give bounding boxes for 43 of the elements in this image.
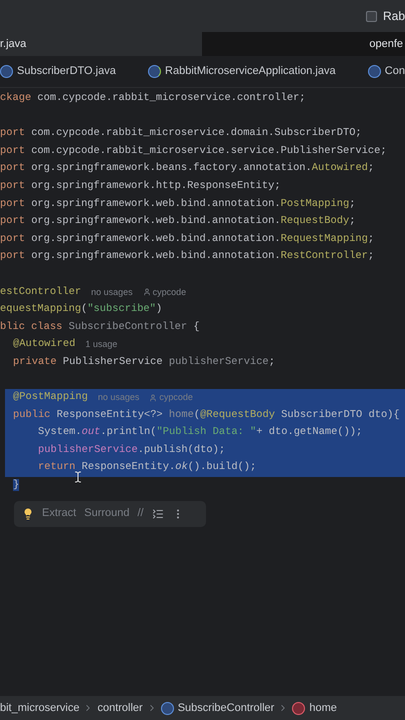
code-line: port org.springframework.web.bind.annotation.RequestMapping; — [0, 232, 374, 247]
usage-hint[interactable]: 1 usage — [85, 338, 118, 352]
code-line: publisherService.publish(dto); — [38, 442, 226, 458]
author-hint[interactable]: cypcode — [152, 286, 186, 300]
code-line: equestMapping("subscribe") — [0, 302, 162, 318]
code-line: @PostMapping — [13, 390, 88, 406]
code-line: return ResponseEntity.ok().build(); — [38, 460, 256, 476]
code-line: port org.springframework.http.ResponseEntity; — [0, 178, 281, 194]
text-cursor-icon — [72, 470, 84, 484]
code-line: port com.cypcode.rabbit_microservice.service.PublisherService; — [0, 144, 387, 159]
class-icon — [368, 65, 381, 78]
editor-tab[interactable]: openfe — [202, 32, 405, 56]
person-icon — [149, 394, 158, 402]
code-line: public ResponseEntity<?> home(@RequestBody SubscriberDTO dto){ — [13, 408, 400, 423]
window-checkbox-icon — [366, 10, 377, 22]
breadcrumb[interactable]: controller — [97, 700, 143, 716]
code-line: ckage com.cypcode.rabbit_microservice.controller; — [0, 90, 306, 106]
code-line: @Autowired — [13, 337, 76, 352]
file-tab[interactable]: SubscriberDTO.java — [17, 63, 116, 80]
editor-tab[interactable]: r.java — [0, 32, 202, 56]
lightbulb-icon[interactable] — [22, 508, 34, 520]
class-icon — [160, 702, 174, 714]
method-icon — [292, 702, 306, 714]
usage-hint[interactable]: no usages — [91, 286, 133, 300]
code-line: port org.springframework.web.bind.annotation.PostMapping; — [0, 196, 356, 212]
project-name[interactable]: Rab — [382, 7, 405, 25]
code-line: System.out.println("Publish Data: "+ dto.getName()); — [38, 425, 362, 440]
breadcrumb[interactable]: SubscribeController — [178, 700, 274, 716]
code-line: port org.springframework.beans.factory.annotation.Autowired; — [0, 161, 374, 176]
file-tab[interactable]: Con — [384, 63, 405, 80]
person-icon — [142, 288, 151, 296]
file-tab[interactable]: RabbitMicroserviceApplication.java — [165, 63, 336, 80]
class-icon — [0, 65, 13, 78]
code-line: port org.springframework.web.bind.annotation.RequestBody; — [0, 214, 356, 230]
code-line: blic class SubscribeController { — [0, 320, 200, 335]
breadcrumb[interactable]: home — [309, 700, 337, 716]
code-line: port org.springframework.web.bind.annotation.RestController; — [0, 249, 374, 264]
class-icon — [148, 65, 162, 78]
code-line: port com.cypcode.rabbit_microservice.domain.SubscriberDTO; — [0, 126, 362, 142]
code-line: estController — [0, 284, 82, 300]
list-icon[interactable] — [152, 508, 164, 520]
code-line: private PublisherService publisherService; — [13, 354, 275, 370]
breadcrumb[interactable]: bit_microservice — [0, 700, 80, 716]
